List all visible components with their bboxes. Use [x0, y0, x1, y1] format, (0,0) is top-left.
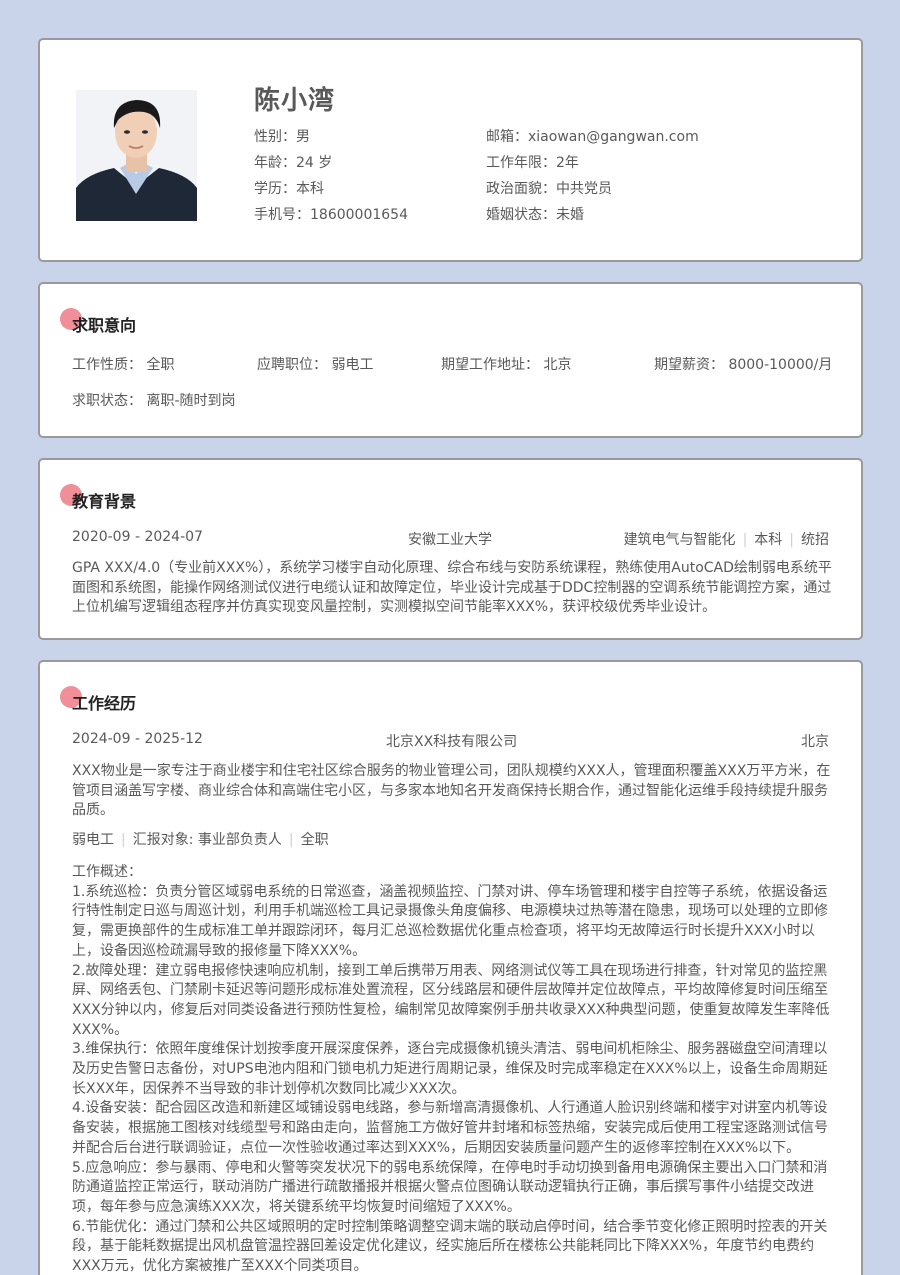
- phone-value: 18600001654: [310, 207, 408, 223]
- overview-item: 4.设备安装：配合园区改造和新建区域铺设弱电线路，参与新增高清摄像机、人行通道人…: [72, 1100, 828, 1156]
- age-value: 24 岁: [296, 155, 333, 171]
- education-label: 学历：: [254, 181, 296, 197]
- education-field: 学历：本科: [254, 178, 324, 198]
- location-value: 北京: [543, 357, 572, 373]
- section-title: 工作经历: [72, 694, 137, 713]
- report-to: 汇报对象: 事业部负责人: [132, 832, 282, 848]
- marital-value: 未婚: [556, 207, 584, 223]
- email-value: xiaowan@gangwan.com: [528, 129, 699, 145]
- education-card: 教育背景 2020-09 - 2024-07 安徽工业大学 建筑电气与智能化 | 本…: [38, 458, 863, 640]
- status-field: 求职状态： 离职-随时到岗: [72, 390, 236, 410]
- avatar: [76, 90, 197, 221]
- work-overview: 工作概述： 1.系统巡检：负责分管区域弱电系统的日常巡查，涵盖视频监控、门禁对讲…: [72, 863, 830, 1275]
- separator: |: [121, 832, 126, 848]
- education-description: GPA XXX/4.0（专业前XXX%），系统学习楼宇自动化原理、综合布线与安防…: [72, 560, 832, 616]
- employment-type: 全职: [300, 832, 329, 848]
- age-field: 年龄：24 岁: [254, 152, 332, 172]
- work-city: 北京: [801, 734, 829, 750]
- status-label: 求职状态：: [72, 393, 142, 409]
- work-period: 2024-09 - 2025-12: [72, 731, 203, 747]
- school-name: 安徽工业大学: [408, 532, 492, 548]
- overview-item: 6.节能优化：通过门禁和公共区域照明的定时控制策略调整空调末端的联动启停时间，结…: [72, 1218, 828, 1275]
- gender-label: 性别：: [254, 129, 296, 145]
- salary-label: 期望薪资：: [654, 357, 724, 373]
- job-type-field: 工作性质： 全职: [72, 354, 174, 374]
- section-title: 教育背景: [72, 492, 137, 511]
- salary-field: 期望薪资： 8000-10000/月: [654, 354, 832, 374]
- overview-item: 2.故障处理：建立弱电报修快速响应机制，接到工单后携带万用表、网络测试仪等工具在…: [72, 962, 830, 1038]
- email-label: 邮箱：: [486, 129, 528, 145]
- profile-card: 陈小湾 性别：男 年龄：24 岁 学历：本科 手机号：18600001654 邮…: [38, 38, 863, 262]
- education-period: 2020-09 - 2024-07: [72, 529, 203, 545]
- political-label: 政治面貌：: [486, 181, 556, 197]
- job-type-value: 全职: [146, 357, 175, 373]
- separator: |: [789, 532, 794, 548]
- status-value: 离职-随时到岗: [146, 393, 236, 409]
- years-value: 2年: [556, 155, 579, 171]
- enroll-type: 统招: [801, 532, 829, 548]
- education-tags: 建筑电气与智能化 | 本科 | 统招: [624, 529, 829, 549]
- separator: |: [742, 532, 748, 548]
- political-field: 政治面貌：中共党员: [486, 178, 612, 198]
- phone-label: 手机号：: [254, 207, 310, 223]
- marital-field: 婚姻状态：未婚: [486, 204, 584, 224]
- location-field: 期望工作地址： 北京: [441, 354, 571, 374]
- years-field: 工作年限：2年: [486, 152, 579, 172]
- company-name: 北京XX科技有限公司: [386, 734, 518, 750]
- candidate-name: 陈小湾: [254, 86, 336, 116]
- role: 弱电工: [72, 832, 114, 848]
- company-description: XXX物业是一家专注于商业楼宇和住宅社区综合服务的物业管理公司，团队规模约XXX…: [72, 763, 831, 819]
- work-experience-card: 工作经历 2024-09 - 2025-12 北京XX科技有限公司 北京 XXX…: [38, 660, 863, 1275]
- position-label: 应聘职位：: [257, 357, 327, 373]
- salary-value: 8000-10000/月: [728, 357, 833, 373]
- section-title: 求职意向: [72, 316, 137, 335]
- position-value: 弱电工: [331, 357, 374, 373]
- position-field: 应聘职位： 弱电工: [257, 354, 373, 374]
- email-field: 邮箱：xiaowan@gangwan.com: [486, 126, 699, 146]
- overview-item: 3.维保执行：依照年度维保计划按季度开展深度保养，逐台完成摄像机镜头清洁、弱电间…: [72, 1041, 828, 1097]
- separator: |: [288, 832, 294, 848]
- overview-item: 5.应急响应：参与暴雨、停电和火警等突发状况下的弱电系统保障，在停电时手动切换到…: [72, 1159, 828, 1215]
- overview-label: 工作概述：: [72, 864, 142, 880]
- education-value: 本科: [296, 181, 324, 197]
- degree: 本科: [754, 532, 783, 548]
- location-label: 期望工作地址：: [441, 357, 539, 373]
- job-type-label: 工作性质：: [72, 357, 142, 373]
- avatar-photo-icon: [76, 90, 197, 221]
- job-intent-card: 求职意向 工作性质： 全职 应聘职位： 弱电工 期望工作地址： 北京 期望薪资：…: [38, 282, 863, 438]
- gender-value: 男: [296, 129, 310, 145]
- work-tags: 弱电工 | 汇报对象: 事业部负责人 | 全职: [72, 829, 329, 849]
- major: 建筑电气与智能化: [623, 532, 736, 548]
- overview-item: 1.系统巡检：负责分管区域弱电系统的日常巡查，涵盖视频监控、门禁对讲、停车场管理…: [72, 883, 828, 959]
- phone-field: 手机号：18600001654: [254, 204, 408, 224]
- years-label: 工作年限：: [486, 155, 556, 171]
- age-label: 年龄：: [254, 155, 296, 171]
- political-value: 中共党员: [556, 181, 612, 197]
- gender-field: 性别：男: [254, 126, 310, 146]
- marital-label: 婚姻状态：: [486, 207, 556, 223]
